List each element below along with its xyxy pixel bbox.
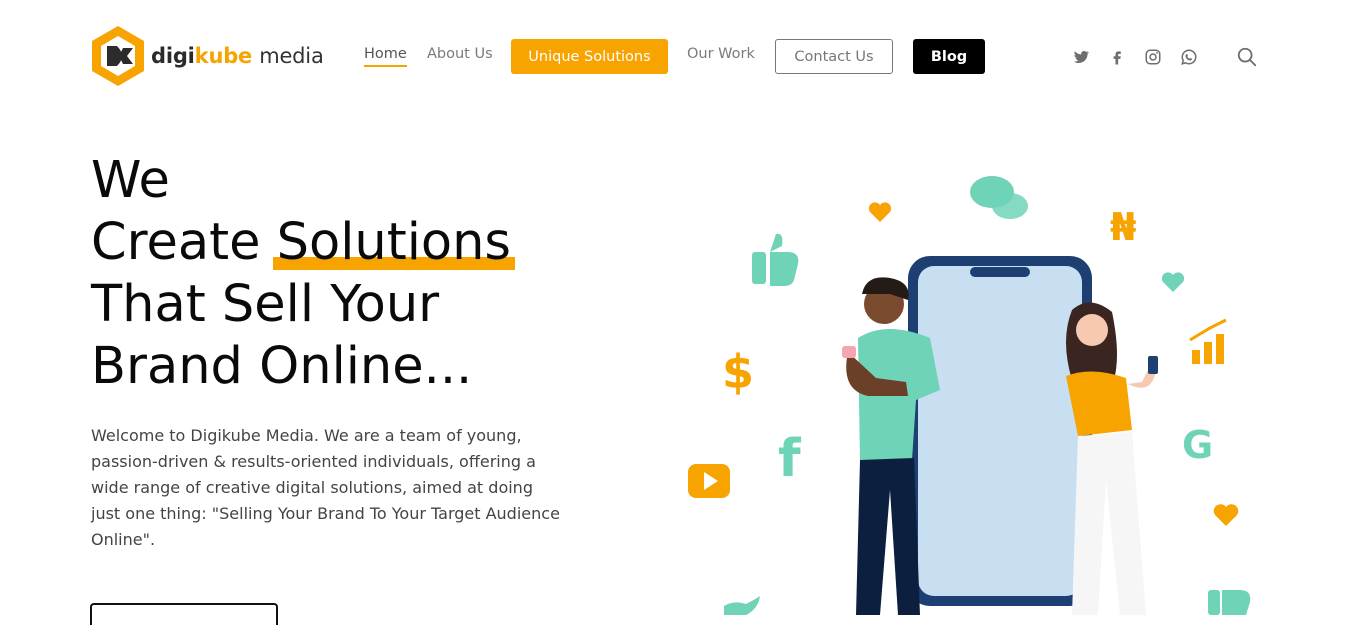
phone-graphic bbox=[908, 256, 1092, 606]
hero-cta-button[interactable] bbox=[90, 603, 278, 625]
nav-home[interactable]: Home bbox=[364, 46, 407, 67]
hero-headline: We Create Solutions That Sell Your Brand… bbox=[91, 150, 516, 398]
headline-line-4: Brand Online... bbox=[91, 337, 473, 396]
headline-line-2: Create Solutions bbox=[91, 213, 516, 272]
logo-cube-icon bbox=[92, 26, 144, 86]
youtube-icon bbox=[688, 464, 730, 498]
nav-our-work[interactable]: Our Work bbox=[687, 46, 755, 62]
growth-chart-icon bbox=[1189, 318, 1227, 364]
heart-icon bbox=[1161, 272, 1185, 292]
headline-line-1: We bbox=[91, 151, 170, 210]
heart-icon bbox=[1213, 504, 1239, 526]
heart-icon bbox=[868, 202, 892, 222]
thumbs-up-icon bbox=[752, 233, 799, 286]
thumbs-up-icon bbox=[1208, 590, 1251, 615]
nav-about[interactable]: About Us bbox=[427, 46, 493, 62]
facebook-icon: f bbox=[778, 429, 802, 489]
facebook-icon[interactable] bbox=[1108, 48, 1126, 66]
woman-figure bbox=[1066, 302, 1158, 615]
search-icon[interactable] bbox=[1236, 46, 1258, 68]
hero-illustration: ₦ $ f G bbox=[688, 176, 1251, 615]
whatsapp-icon[interactable] bbox=[1180, 48, 1198, 66]
hero-intro-text: Welcome to Digikube Media. We are a team… bbox=[91, 426, 560, 549]
headline-highlight: Solutions bbox=[272, 213, 516, 272]
site-header: digikube media Home About Us Unique Solu… bbox=[0, 0, 1348, 112]
twitter-bird-icon bbox=[724, 596, 760, 615]
twitter-icon[interactable] bbox=[1072, 48, 1090, 66]
nav-contact-button[interactable]: Contact Us bbox=[775, 39, 893, 74]
naira-icon: ₦ bbox=[1110, 205, 1136, 249]
chat-bubble-icon bbox=[970, 176, 1028, 219]
nav-blog-button[interactable]: Blog bbox=[913, 39, 985, 74]
dollar-icon: $ bbox=[722, 345, 754, 399]
brand-logo[interactable]: digikube media bbox=[89, 24, 324, 88]
google-icon: G bbox=[1182, 423, 1213, 467]
brand-name: digikube media bbox=[151, 44, 324, 68]
instagram-icon[interactable] bbox=[1144, 48, 1162, 66]
nav-unique-solutions-button[interactable]: Unique Solutions bbox=[511, 39, 668, 74]
headline-line-3: That Sell Your bbox=[91, 275, 440, 334]
